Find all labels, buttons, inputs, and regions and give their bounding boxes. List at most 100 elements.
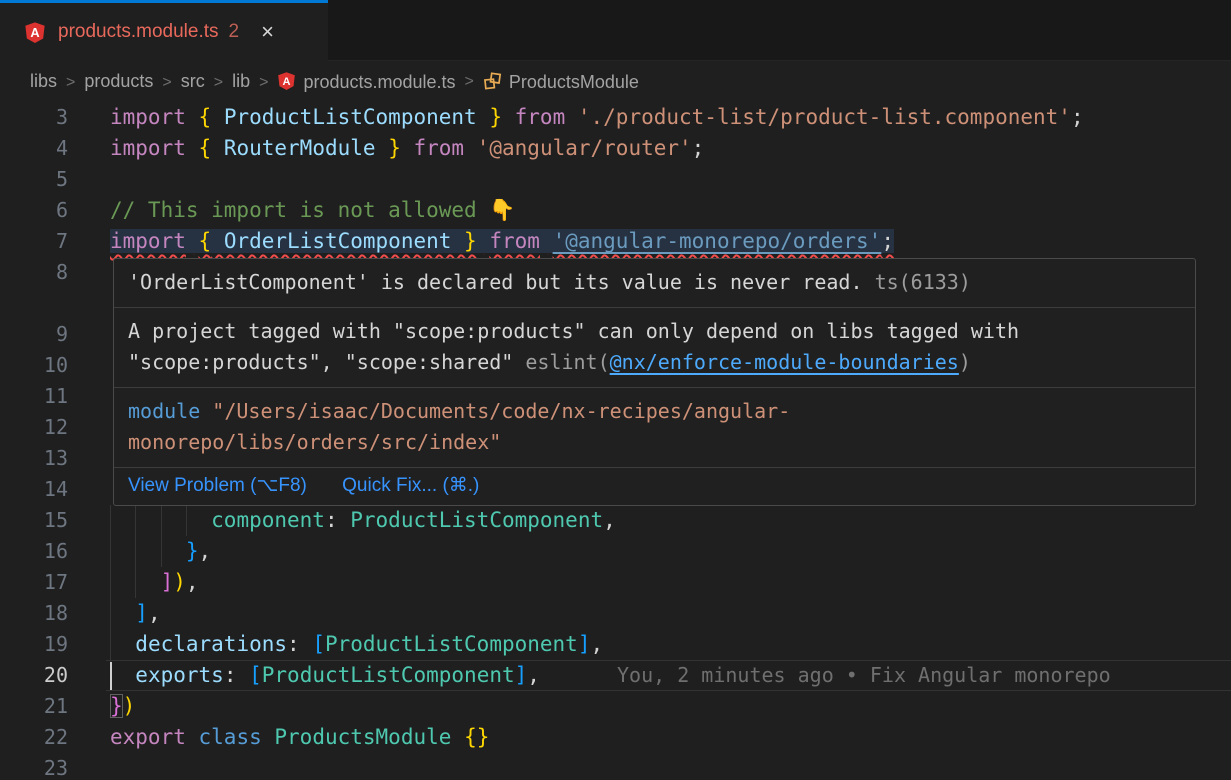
code-token: : [325, 508, 350, 532]
code-token: : [224, 663, 249, 687]
code-token: , [186, 570, 199, 594]
code-token: OrderListComponent [211, 229, 464, 253]
code-token: ProductListComponent [350, 508, 603, 532]
line-number-21: 21 [0, 691, 68, 722]
code-line-21[interactable]: }) [110, 691, 135, 722]
code-token [502, 105, 515, 129]
breadcrumb-symbol[interactable]: ProductsModule [483, 71, 639, 93]
svg-text:A: A [283, 75, 291, 87]
line-number-16: 16 [0, 536, 68, 567]
quick-fix-action[interactable]: Quick Fix... (⌘.) [342, 475, 479, 496]
code-line-3[interactable]: import { ProductListComponent } from './… [110, 102, 1084, 133]
code-token: } [464, 229, 477, 253]
code-token: './product-list/product-list.component' [578, 105, 1071, 129]
code-line-22[interactable]: export class ProductsModule {} [110, 722, 489, 753]
code-token: [ [312, 632, 325, 656]
code-line-19[interactable]: declarations: [ProductListComponent], [110, 629, 603, 660]
code-token: '@angular/router' [477, 136, 692, 160]
code-line-18[interactable]: ], [110, 598, 161, 629]
module-path-info: module "/Users/isaac/Documents/code/nx-r… [114, 388, 1195, 467]
code-line-4[interactable]: import { RouterModule } from '@angular/r… [110, 133, 704, 164]
line-number-22: 22 [0, 722, 68, 753]
code-token [110, 601, 135, 625]
code-token [110, 539, 186, 563]
chevron-right-icon: > [259, 74, 268, 91]
line-number-23: 23 [0, 753, 68, 780]
class-symbol-icon [483, 71, 502, 91]
line-number-9: 9 [0, 319, 68, 350]
code-token: class [199, 725, 262, 749]
line-number-13: 13 [0, 443, 68, 474]
code-token: , [199, 539, 212, 563]
code-line-15[interactable]: component: ProductListComponent, [110, 505, 616, 536]
code-line-6[interactable]: // This import is not allowed 👇 [110, 195, 515, 226]
code-token [110, 663, 135, 687]
breadcrumb-folder-src[interactable]: src [181, 71, 205, 91]
chevron-right-icon: > [66, 74, 75, 91]
angular-icon: A [277, 71, 296, 91]
view-problem-action[interactable]: View Problem (⌥F8) [128, 475, 307, 496]
code-token: exports [135, 663, 224, 687]
code-token [451, 725, 464, 749]
line-number-7: 7 [0, 226, 68, 257]
code-token: export [110, 725, 186, 749]
line-number-20: 20 [0, 660, 68, 691]
line-number-10: 10 [0, 350, 68, 381]
code-token: [ [249, 663, 262, 687]
code-token [401, 136, 414, 160]
vscode-window: A products.module.ts 2 × libs > products > s… [0, 0, 1231, 780]
code-token [186, 105, 199, 129]
line-number-3: 3 [0, 102, 68, 133]
code-token: , [591, 632, 604, 656]
breadcrumb-file[interactable]: A products.module.ts [277, 71, 455, 93]
close-icon[interactable]: × [261, 21, 274, 43]
code-editor[interactable]: 3 import { ProductListComponent } from '.… [0, 101, 1231, 780]
line-number-17: 17 [0, 567, 68, 598]
hover-status-bar: View Problem (⌥F8) Quick Fix... (⌘.) [114, 468, 1195, 505]
code-token: ProductsModule [274, 725, 451, 749]
code-token: } [489, 105, 502, 129]
code-token [464, 136, 477, 160]
code-token [477, 229, 490, 253]
code-token: declarations [135, 632, 287, 656]
git-blame-annotation: You, 2 minutes ago • Fix Angular monorep… [617, 660, 1111, 691]
breadcrumb-folder-libs[interactable]: libs [30, 71, 57, 91]
tab-products-module[interactable]: A products.module.ts 2 × [0, 0, 328, 61]
code-token: ; [1071, 105, 1084, 129]
angular-icon: A [24, 21, 46, 44]
eslint-rule-link[interactable]: @nx/enforce-module-boundaries [610, 350, 959, 374]
code-token: { [199, 105, 212, 129]
code-token: import [110, 105, 186, 129]
code-token: from [414, 136, 465, 160]
code-token: ] [515, 663, 528, 687]
ts-diagnostic-source: ts(6133) [875, 270, 971, 294]
code-token: {} [464, 725, 489, 749]
code-line-17[interactable]: ]), [110, 567, 199, 598]
code-token: ) [123, 694, 136, 718]
line-number-14: 14 [0, 474, 68, 505]
code-token: RouterModule [211, 136, 388, 160]
chevron-right-icon: > [214, 74, 223, 91]
code-token [110, 632, 135, 656]
error-squiggle-line: import { OrderListComponent } from '@ang… [110, 229, 894, 253]
line-number-11: 11 [0, 381, 68, 412]
code-token: ) [173, 570, 186, 594]
code-token: : [287, 632, 312, 656]
code-token: } [186, 539, 199, 563]
tab-file-name: products.module.ts [58, 21, 219, 43]
code-token [540, 229, 553, 253]
code-line-20[interactable]: exports: [ProductListComponent], [110, 660, 540, 691]
code-line-7[interactable]: import { OrderListComponent } from '@ang… [110, 226, 894, 257]
breadcrumb-folder-lib[interactable]: lib [232, 71, 250, 91]
line-number-19: 19 [0, 629, 68, 660]
breadcrumb-folder-products[interactable]: products [84, 71, 153, 91]
code-token: , [148, 601, 161, 625]
diagnostic-hover-popup: 'OrderListComponent' is declared but its… [113, 258, 1196, 506]
code-token [186, 229, 199, 253]
chevron-right-icon: > [465, 73, 474, 91]
code-token [565, 105, 578, 129]
code-token: } [388, 136, 401, 160]
code-line-16[interactable]: }, [110, 536, 211, 567]
line-number-4: 4 [0, 133, 68, 164]
code-token: } [110, 694, 123, 718]
